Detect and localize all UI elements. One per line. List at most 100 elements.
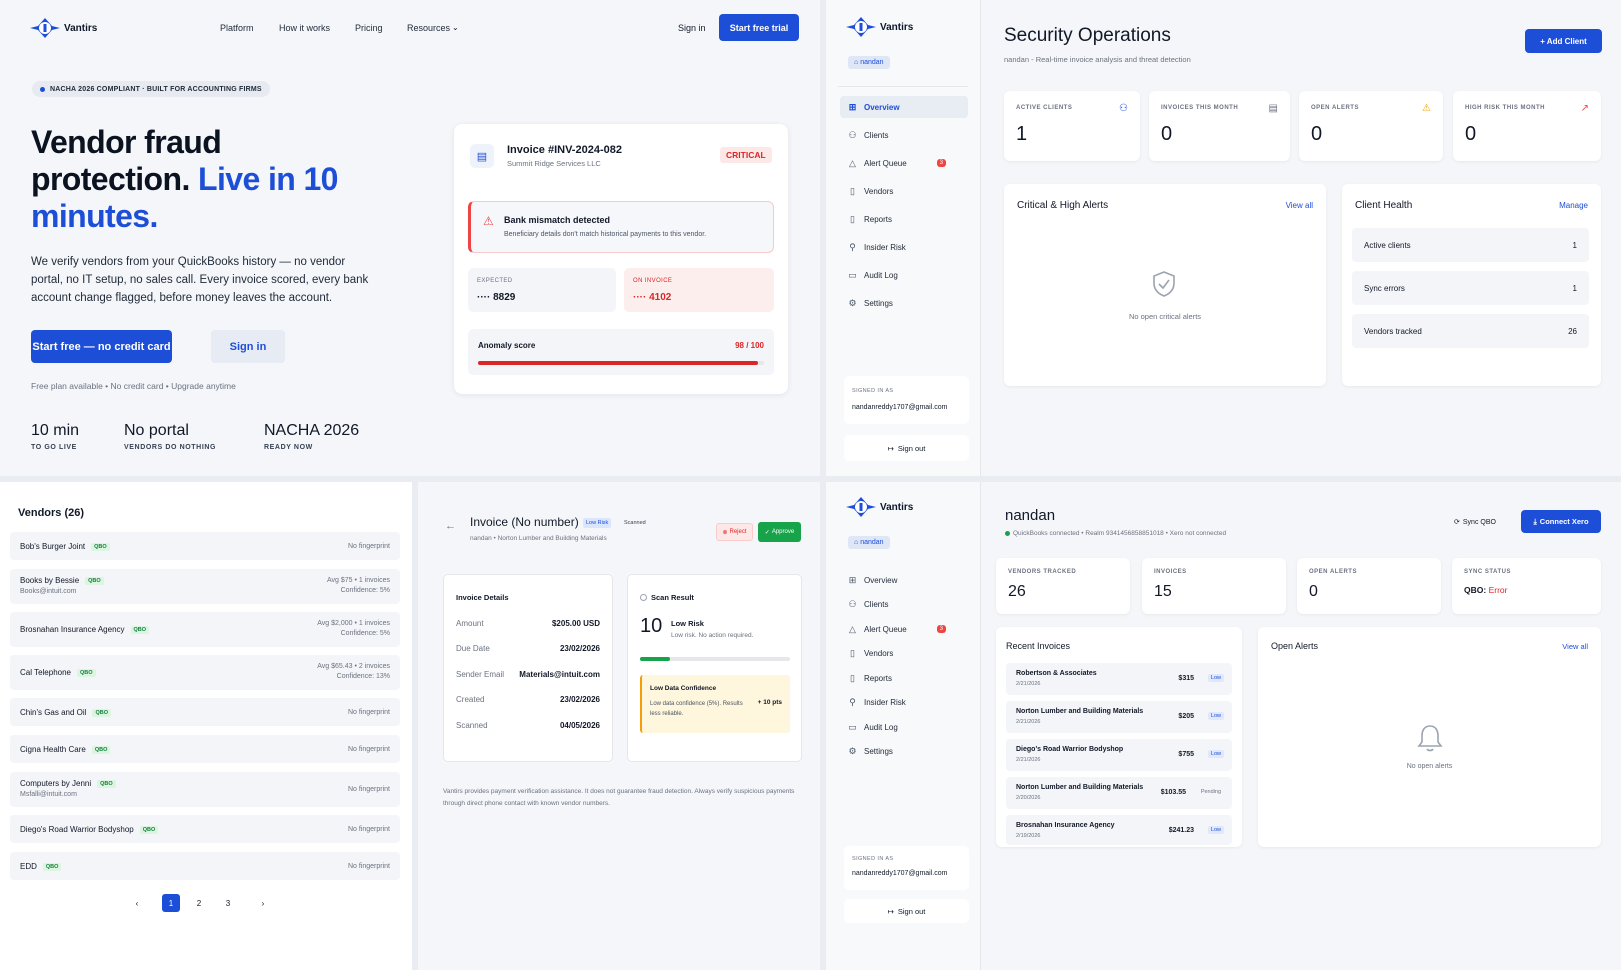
score-bar-fill xyxy=(640,657,670,661)
grid-icon: ⊞ xyxy=(848,574,857,585)
workspace-badge[interactable]: ⌂ nandan xyxy=(848,536,890,549)
page-title: Security Operations xyxy=(1004,25,1171,46)
list-item[interactable]: Chin's Gas and Oil QBO No fingerprint xyxy=(10,698,400,726)
scan-result-card: Scan Result 10 Low Risk Low risk. No act… xyxy=(627,574,802,762)
critical-alerts-card: Critical & High Alerts View all No open … xyxy=(1004,184,1326,386)
brand-name: Vantirs xyxy=(64,22,98,34)
sidebar-item-insider-risk[interactable]: ⚲ Insider Risk xyxy=(840,691,968,713)
sidebar-item-audit-log[interactable]: ▭ Audit Log xyxy=(840,264,968,286)
check-circle-icon: ✓ xyxy=(764,529,770,536)
list-item[interactable]: Computers by Jenni QBO Msfalli@intuit.com N… xyxy=(10,772,400,807)
list-item[interactable]: Diego's Road Warrior Bodyshop QBO No finge… xyxy=(10,815,400,843)
reject-button[interactable]: ⊗ Reject xyxy=(716,523,753,541)
hero-sign-in-button[interactable]: Sign in xyxy=(211,330,285,363)
list-item[interactable]: Books by Bessie QBO Books@intuit.com Avg $7… xyxy=(10,569,400,604)
nav-pricing[interactable]: Pricing xyxy=(355,23,383,33)
kpi-invoices: INVOICES 15 xyxy=(1142,558,1286,614)
document-icon: ▯ xyxy=(850,672,855,683)
sidebar-item-clients[interactable]: ⚇ Clients xyxy=(840,124,968,146)
nav-platform[interactable]: Platform xyxy=(220,23,254,33)
disclaimer: Vantirs provides payment verification as… xyxy=(443,788,795,807)
document-icon: ▯ xyxy=(850,213,855,224)
list-item[interactable]: Cal Telephone QBO Avg $65.43 • 2 invoices C… xyxy=(10,655,400,690)
back-arrow-icon[interactable]: ← xyxy=(445,520,456,532)
sidebar-item-overview[interactable]: ⊞ Overview xyxy=(840,96,968,118)
brand-logo[interactable]: Vantirs xyxy=(30,17,97,39)
bank-mismatch-alert: ⚠ Bank mismatch detected Beneficiary det… xyxy=(468,201,774,253)
workspace-badge[interactable]: ⌂ nandan xyxy=(848,56,890,69)
kpi-open-alerts: OPEN ALERTS 0 ⚠ xyxy=(1299,91,1443,161)
warning-icon: ⚠ xyxy=(1422,103,1431,114)
invoice-preview-card: ▤ Invoice #INV-2024-082 Summit Ridge Ser… xyxy=(454,124,788,394)
brand-logo[interactable]: Vantirs xyxy=(846,496,913,518)
sidebar-item-settings[interactable]: ⚙ Settings xyxy=(840,292,968,314)
connection-status: QuickBooks connected • Realm 93414568588… xyxy=(1005,530,1226,537)
signed-in-card: SIGNED IN AS nandanreddy1707@gmail.com xyxy=(844,846,969,890)
manage-link[interactable]: Manage xyxy=(1559,201,1588,210)
page-2-button[interactable]: 2 xyxy=(190,894,208,912)
sidebar: Vantirs ⌂ nandan ⊞ Overview ⚇ Clients △ Ale… xyxy=(826,0,981,476)
client-panel: Vantirs ⌂ nandan ⊞ Overview ⚇ Clients △ Ale… xyxy=(826,482,1621,970)
low-confidence-notice: Low Data Confidence Low data confidence … xyxy=(640,675,790,733)
shield-check-icon xyxy=(1153,271,1175,297)
approve-button[interactable]: ✓ Approve xyxy=(758,522,801,542)
sidebar-item-overview[interactable]: ⊞ Overview xyxy=(840,569,968,591)
list-item[interactable]: Bob's Burger Joint QBO No fingerprint xyxy=(10,532,400,560)
gear-icon: ⚙ xyxy=(848,745,857,756)
sidebar-item-reports[interactable]: ▯ Reports xyxy=(840,667,968,689)
prev-page-button[interactable]: ‹ xyxy=(128,894,146,912)
page-3-button[interactable]: 3 xyxy=(219,894,237,912)
table-row[interactable]: Robertson & Associates 2/21/2026 $315 Low xyxy=(1006,663,1232,695)
connect-xero-button[interactable]: ⤓ Connect Xero xyxy=(1521,510,1601,533)
table-row[interactable]: Norton Lumber and Building Materials 2/21… xyxy=(1006,701,1232,733)
sidebar-item-insider-risk[interactable]: ⚲ Insider Risk xyxy=(840,236,968,258)
list-item[interactable]: EDD QBO No fingerprint xyxy=(10,852,400,880)
sidebar-item-alert-queue[interactable]: △ Alert Queue 3 xyxy=(840,618,968,640)
nav-how-it-works[interactable]: How it works xyxy=(279,23,330,33)
next-page-button[interactable]: › xyxy=(254,894,272,912)
sidebar-item-alert-queue[interactable]: △ Alert Queue 3 xyxy=(840,152,968,174)
sign-out-button[interactable]: ↦ Sign out xyxy=(844,435,969,461)
stat-no-portal: No portal VENDORS DO NOTHING xyxy=(124,422,217,451)
sign-in-link[interactable]: Sign in xyxy=(678,23,706,33)
invoice-title: Invoice #INV-2024-082 xyxy=(507,144,622,156)
table-row[interactable]: Diego's Road Warrior Bodyshop 2/21/2026 $7… xyxy=(1006,739,1232,771)
start-free-button[interactable]: Start free — no credit card xyxy=(31,330,172,363)
severity-badge: CRITICAL xyxy=(720,147,772,163)
nav-resources[interactable]: Resources xyxy=(407,23,450,33)
list-item[interactable]: Brosnahan Insurance Agency QBO Avg $2,000 … xyxy=(10,612,400,647)
table-row[interactable]: Norton Lumber and Building Materials 2/20… xyxy=(1006,777,1232,809)
users-icon: ⚇ xyxy=(1119,103,1128,114)
scanned-tag: Scanned xyxy=(624,520,646,526)
bell-icon xyxy=(1417,725,1443,752)
table-row[interactable]: Brosnahan Insurance Agency 2/19/2026 $241.… xyxy=(1006,815,1232,845)
document-icon: ▤ xyxy=(1268,103,1278,114)
sync-qbo-button[interactable]: ⟳ Sync QBO xyxy=(1449,512,1501,532)
risk-tag: Low Risk xyxy=(583,518,612,528)
on-invoice-account: ON INVOICE ···· 4102 xyxy=(624,268,774,312)
sidebar-item-audit-log[interactable]: ▭ Audit Log xyxy=(840,716,968,738)
list-item[interactable]: Cigna Health Care QBO No fingerprint xyxy=(10,735,400,763)
view-all-link[interactable]: View all xyxy=(1562,642,1588,651)
sidebar-item-settings[interactable]: ⚙ Settings xyxy=(840,740,968,762)
sidebar-item-clients[interactable]: ⚇ Clients xyxy=(840,593,968,615)
start-free-trial-button[interactable]: Start free trial xyxy=(719,14,799,41)
sidebar-item-vendors[interactable]: ▯ Vendors xyxy=(840,642,968,664)
invoice-vendor: Summit Ridge Services LLC xyxy=(507,159,601,168)
page-1-button[interactable]: 1 xyxy=(162,894,180,912)
add-client-button[interactable]: + Add Client xyxy=(1525,29,1602,53)
shield-logo-icon xyxy=(846,17,876,37)
sign-out-button[interactable]: ↦ Sign out xyxy=(844,899,969,923)
brand-logo[interactable]: Vantirs xyxy=(846,16,913,38)
sidebar-item-vendors[interactable]: ▯ Vendors xyxy=(840,180,968,202)
warning-icon: ⚠ xyxy=(483,214,494,228)
sidebar-item-reports[interactable]: ▯ Reports xyxy=(840,208,968,230)
detail-amount: Amount $205.00 USD xyxy=(456,619,600,628)
detail-due-date: Due Date 23/02/2026 xyxy=(456,644,600,653)
shield-logo-icon xyxy=(846,497,876,517)
health-row: Sync errors 1 xyxy=(1352,271,1589,305)
kpi-active-clients: ACTIVE CLIENTS 1 ⚇ xyxy=(1004,91,1140,161)
view-all-link[interactable]: View all xyxy=(1286,201,1313,210)
anomaly-bar-track xyxy=(478,361,764,365)
landing-panel: Vantirs Platform How it works Pricing Re… xyxy=(0,0,820,476)
